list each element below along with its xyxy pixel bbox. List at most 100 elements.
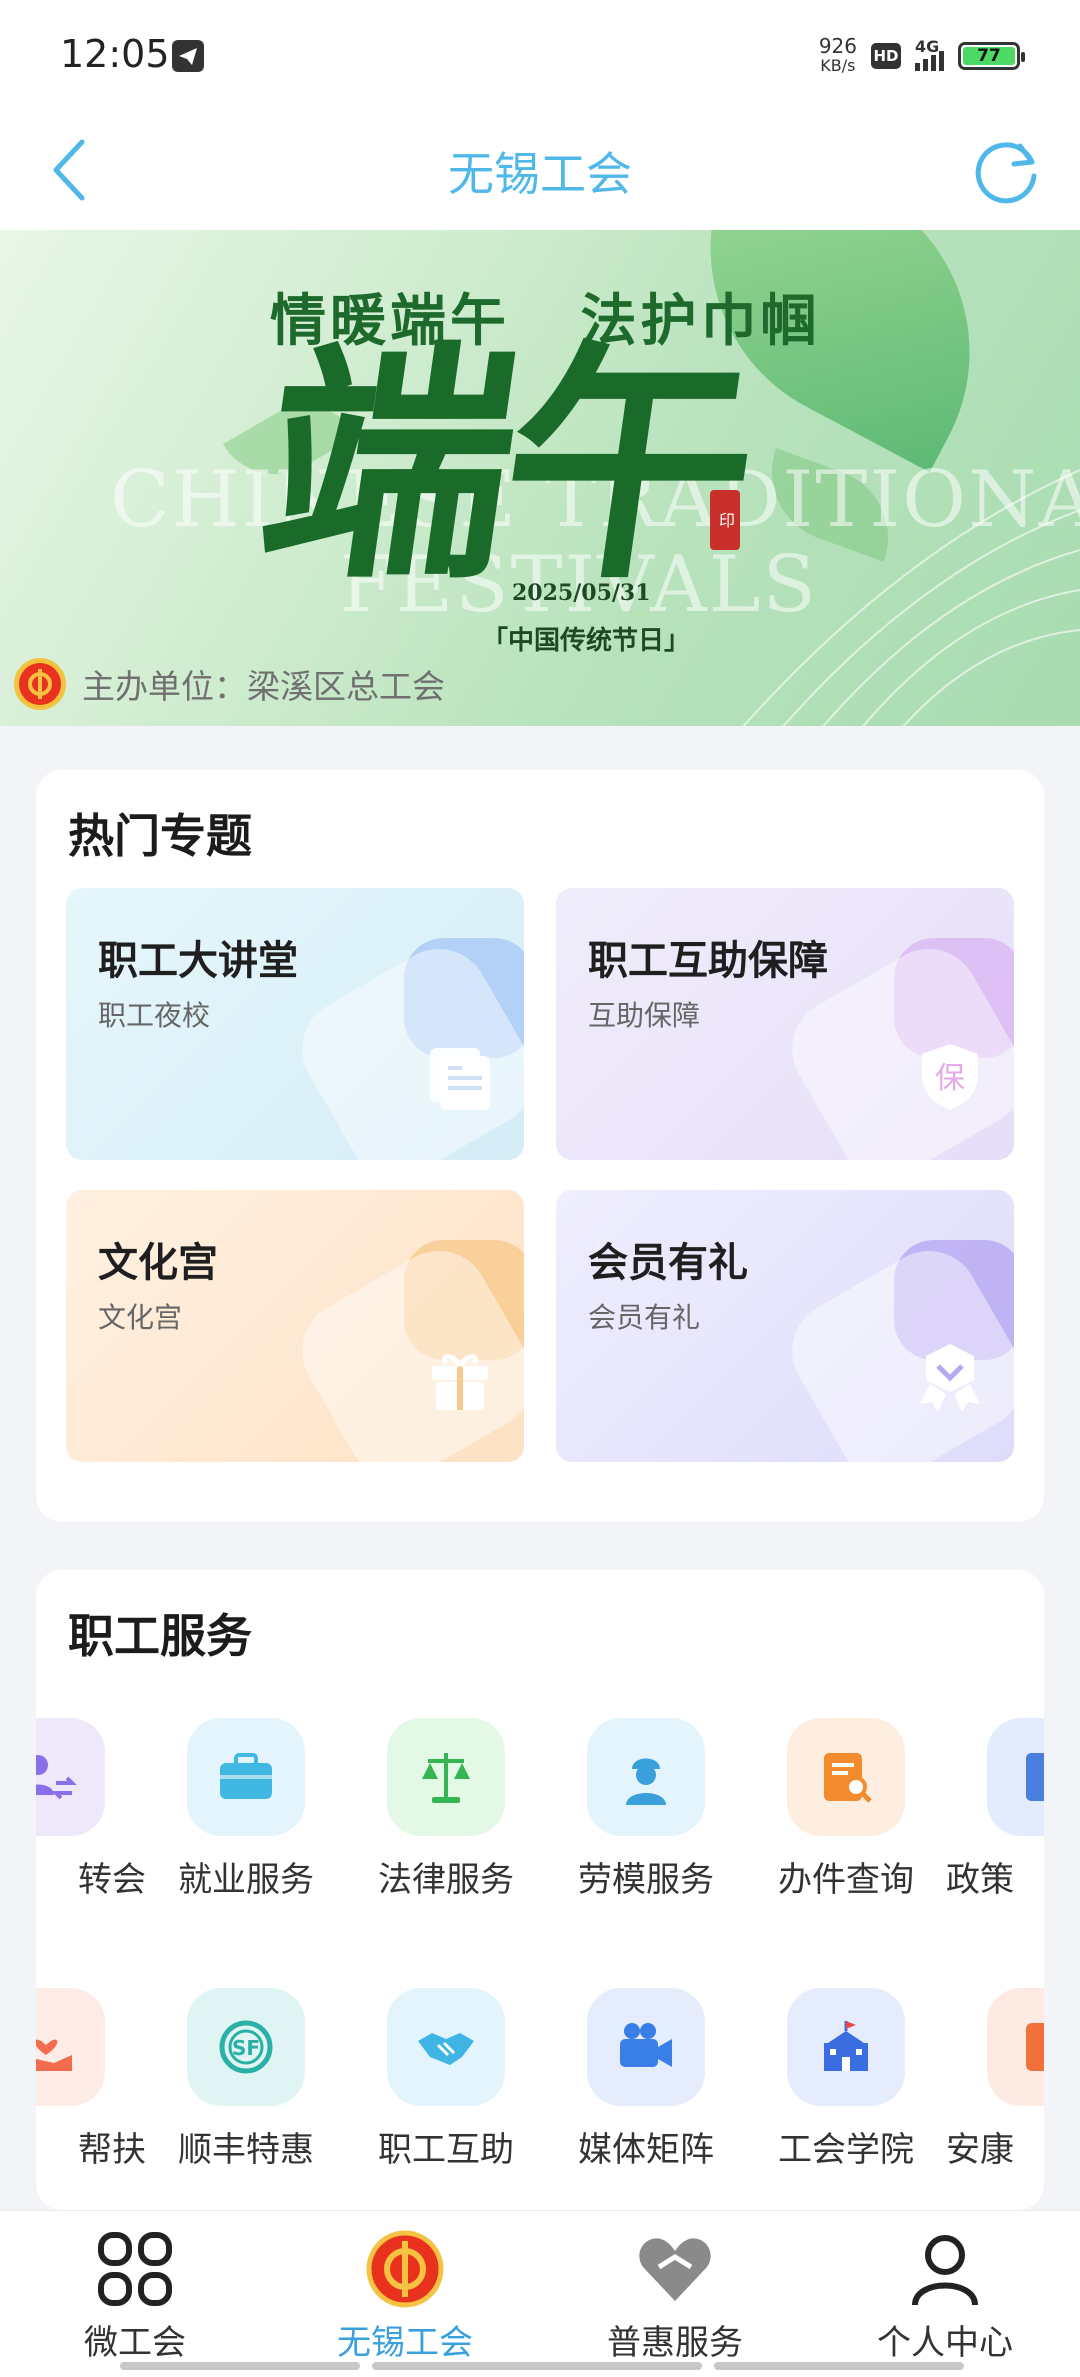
services-row: 转会 就业服务 法律服务 劳模服务 办件查询 政策 bbox=[36, 1718, 1044, 1918]
banner-host: 主办单位：梁溪区总工会 bbox=[14, 658, 445, 710]
service-label: 帮扶 bbox=[78, 2130, 146, 2170]
network-type: 4G bbox=[915, 37, 940, 56]
worker-icon bbox=[587, 1718, 705, 1836]
telegram-icon bbox=[172, 40, 204, 72]
transfer-icon bbox=[36, 1718, 105, 1836]
refresh-button[interactable] bbox=[968, 132, 1044, 208]
hot-topics-card: 热门专题 职工大讲堂 职工夜校 职工互助保障 互助保障 保 文化宫 文化宫 会员… bbox=[36, 770, 1044, 1522]
service-model-worker[interactable]: 劳模服务 bbox=[546, 1718, 746, 1901]
service-label: 就业服务 bbox=[178, 1860, 314, 1900]
banner-calligraphy: 端午 bbox=[244, 318, 766, 612]
topic-card-culture-palace[interactable]: 文化宫 文化宫 bbox=[66, 1190, 524, 1462]
topic-card-mutual-aid[interactable]: 职工互助保障 互助保障 保 bbox=[556, 888, 1014, 1160]
topic-card-member-gift[interactable]: 会员有礼 会员有礼 bbox=[556, 1190, 1014, 1462]
service-label: 政策 bbox=[946, 1860, 1014, 1900]
service-label: 办件查询 bbox=[778, 1860, 914, 1900]
refresh-icon bbox=[975, 142, 1037, 204]
service-label: 顺丰特惠 bbox=[178, 2130, 314, 2170]
tab-label: 普惠服务 bbox=[607, 2323, 743, 2363]
home-indicator bbox=[120, 2362, 360, 2370]
topic-title: 职工互助保障 bbox=[588, 938, 828, 984]
service-label: 工会学院 bbox=[778, 2130, 914, 2170]
svg-text:保: 保 bbox=[935, 1061, 965, 1096]
person-icon bbox=[905, 2229, 985, 2309]
hd-badge: HD bbox=[871, 43, 901, 69]
topic-subtitle: 互助保障 bbox=[588, 999, 701, 1032]
tab-benefits[interactable]: 普惠服务 bbox=[565, 2229, 785, 2364]
section-title: 职工服务 bbox=[68, 1609, 252, 1663]
shield-bao-icon: 保 bbox=[912, 1038, 988, 1114]
service-label: 法律服务 bbox=[378, 1860, 514, 1900]
badge-icon bbox=[912, 1340, 988, 1416]
battery-level: 77 bbox=[963, 46, 1015, 66]
service-safety[interactable]: 安康 bbox=[946, 1988, 1044, 2171]
bottom-tab-bar: 微工会 无锡工会 普惠服务 个人中心 bbox=[0, 2210, 1080, 2377]
document-icon bbox=[422, 1038, 498, 1114]
service-policy[interactable]: 政策 bbox=[946, 1718, 1044, 1901]
topic-subtitle: 会员有礼 bbox=[588, 1301, 701, 1334]
topic-card-lecture[interactable]: 职工大讲堂 职工夜校 bbox=[66, 888, 524, 1160]
topic-subtitle: 文化宫 bbox=[98, 1301, 183, 1334]
tab-label: 无锡工会 bbox=[337, 2323, 473, 2363]
service-media-matrix[interactable]: 媒体矩阵 bbox=[546, 1988, 746, 2171]
safety-icon bbox=[987, 1988, 1044, 2106]
handshake-icon bbox=[387, 1988, 505, 2106]
union-logo-icon bbox=[365, 2229, 445, 2309]
service-label: 职工互助 bbox=[378, 2130, 514, 2170]
topic-title: 会员有礼 bbox=[588, 1240, 748, 1286]
tab-wuxi-union[interactable]: 无锡工会 bbox=[295, 2229, 515, 2364]
policy-icon bbox=[987, 1718, 1044, 1836]
net-speed-value: 926 bbox=[818, 34, 857, 58]
service-sf-discount[interactable]: SF 顺丰特惠 bbox=[146, 1988, 346, 2171]
tab-label: 个人中心 bbox=[877, 2323, 1013, 2363]
document-search-icon bbox=[787, 1718, 905, 1836]
service-transfer[interactable]: 转会 bbox=[36, 1718, 146, 1901]
grid-icon bbox=[95, 2229, 175, 2309]
video-camera-icon bbox=[587, 1988, 705, 2106]
section-title: 热门专题 bbox=[68, 809, 252, 863]
svg-text:SF: SF bbox=[232, 2036, 260, 2060]
service-legal[interactable]: 法律服务 bbox=[346, 1718, 546, 1901]
banner-host-text: 主办单位：梁溪区总工会 bbox=[82, 667, 445, 706]
banner-date: 2025/05/31 bbox=[512, 580, 651, 606]
status-bar: 12:05 926 KB/s HD 4G 77 bbox=[0, 0, 1080, 110]
gift-icon bbox=[422, 1340, 498, 1416]
heart-icon bbox=[635, 2229, 715, 2309]
service-union-academy[interactable]: 工会学院 bbox=[746, 1988, 946, 2171]
service-employment[interactable]: 就业服务 bbox=[146, 1718, 346, 1901]
service-mutual-help[interactable]: 职工互助 bbox=[346, 1988, 546, 2171]
briefcase-icon bbox=[187, 1718, 305, 1836]
status-time: 12:05 bbox=[60, 32, 170, 76]
battery-icon: 77 bbox=[958, 42, 1025, 70]
seal-icon: 印 bbox=[710, 490, 740, 550]
services-card: 职工服务 转会 就业服务 法律服务 劳模服务 办件查询 政策 帮扶 SF 顺丰特… bbox=[36, 1570, 1044, 2210]
event-banner[interactable]: CHINESE TRADITIONAL FESTIVALS 情暖端午 法护巾帼 … bbox=[0, 230, 1080, 726]
services-row: 帮扶 SF 顺丰特惠 职工互助 媒体矩阵 工会学院 安康 bbox=[36, 1988, 1044, 2188]
nav-bar: 无锡工会 bbox=[0, 110, 1080, 230]
signal-icon: 4G bbox=[915, 37, 944, 71]
school-icon bbox=[787, 1988, 905, 2106]
tab-profile[interactable]: 个人中心 bbox=[835, 2229, 1055, 2364]
banner-tagline: 「中国传统节日」 bbox=[482, 626, 691, 656]
service-label: 劳模服务 bbox=[578, 1860, 714, 1900]
topic-subtitle: 职工夜校 bbox=[98, 999, 211, 1032]
page-title: 无锡工会 bbox=[448, 147, 632, 201]
home-indicator bbox=[714, 2362, 964, 2370]
tab-micro-union[interactable]: 微工会 bbox=[25, 2229, 245, 2364]
scales-icon bbox=[387, 1718, 505, 1836]
net-speed-unit: KB/s bbox=[820, 56, 856, 75]
service-label: 媒体矩阵 bbox=[578, 2130, 714, 2170]
status-indicators: 926 KB/s HD 4G 77 bbox=[819, 34, 1025, 78]
service-assistance[interactable]: 帮扶 bbox=[36, 1988, 146, 2171]
service-label: 安康 bbox=[946, 2130, 1014, 2170]
tab-label: 微工会 bbox=[84, 2323, 186, 2363]
union-logo-icon bbox=[14, 658, 66, 710]
home-indicator bbox=[372, 2362, 702, 2370]
helping-hand-icon bbox=[36, 1988, 105, 2106]
sf-icon: SF bbox=[187, 1988, 305, 2106]
topic-title: 职工大讲堂 bbox=[98, 938, 298, 984]
service-case-query[interactable]: 办件查询 bbox=[746, 1718, 946, 1901]
topic-title: 文化宫 bbox=[98, 1240, 218, 1286]
network-speed: 926 KB/s bbox=[819, 36, 857, 76]
service-label: 转会 bbox=[78, 1860, 146, 1900]
